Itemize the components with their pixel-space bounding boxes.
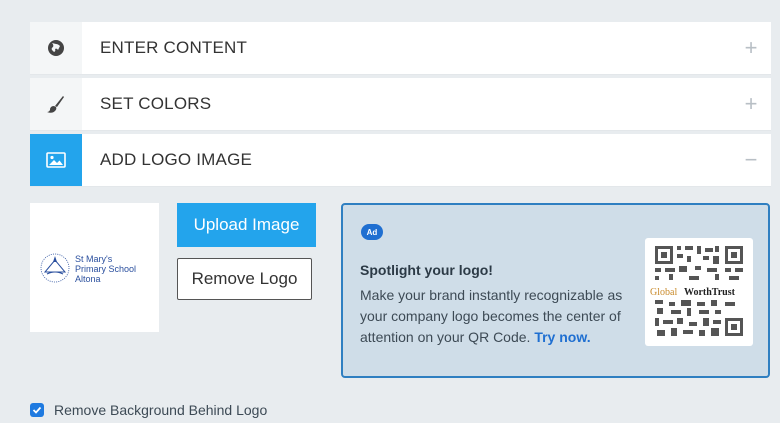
- ad-title: Spotlight your logo!: [360, 262, 493, 278]
- ad-body: Make your brand instantly recognizable a…: [360, 285, 640, 348]
- svg-text:Altona: Altona: [75, 274, 101, 284]
- accordion-label: SET COLORS: [100, 94, 212, 113]
- brush-icon: [30, 78, 82, 130]
- accordion-set-colors[interactable]: SET COLORS +: [30, 78, 771, 131]
- ad-try-now-link[interactable]: Try now.: [534, 329, 590, 345]
- accordion-add-logo-image[interactable]: ADD LOGO IMAGE −: [30, 134, 771, 187]
- qr-code-image: Global WorthTrust: [649, 246, 749, 336]
- remove-background-label: Remove Background Behind Logo: [54, 402, 268, 418]
- remove-logo-button[interactable]: Remove Logo: [177, 258, 312, 300]
- school-logo-image: St Mary's Primary School Altona: [40, 253, 136, 284]
- logo-preview: St Mary's Primary School Altona: [30, 203, 159, 332]
- globe-icon: [30, 22, 82, 74]
- remove-background-checkbox[interactable]: [30, 403, 44, 417]
- checkmark-icon: [32, 406, 42, 414]
- accordion-label: ADD LOGO IMAGE: [100, 150, 253, 169]
- svg-text:Primary School: Primary School: [75, 264, 136, 274]
- accordion-enter-content[interactable]: ENTER CONTENT +: [30, 22, 771, 75]
- collapse-icon[interactable]: −: [731, 147, 771, 173]
- svg-text:St Mary's: St Mary's: [75, 254, 113, 264]
- qr-brand-suffix: WorthTrust: [684, 287, 736, 298]
- ad-badge: Ad: [361, 224, 383, 240]
- expand-icon[interactable]: +: [731, 91, 771, 117]
- image-icon: [30, 134, 82, 186]
- qr-brand-prefix: Global: [650, 287, 677, 298]
- expand-icon[interactable]: +: [731, 35, 771, 61]
- ad-card[interactable]: Ad Spotlight your logo! Make your brand …: [341, 203, 770, 378]
- remove-background-option[interactable]: Remove Background Behind Logo: [30, 402, 267, 418]
- qr-code-preview: Global WorthTrust: [645, 238, 753, 346]
- accordion-label: ENTER CONTENT: [100, 38, 248, 57]
- upload-image-button[interactable]: Upload Image: [177, 203, 316, 247]
